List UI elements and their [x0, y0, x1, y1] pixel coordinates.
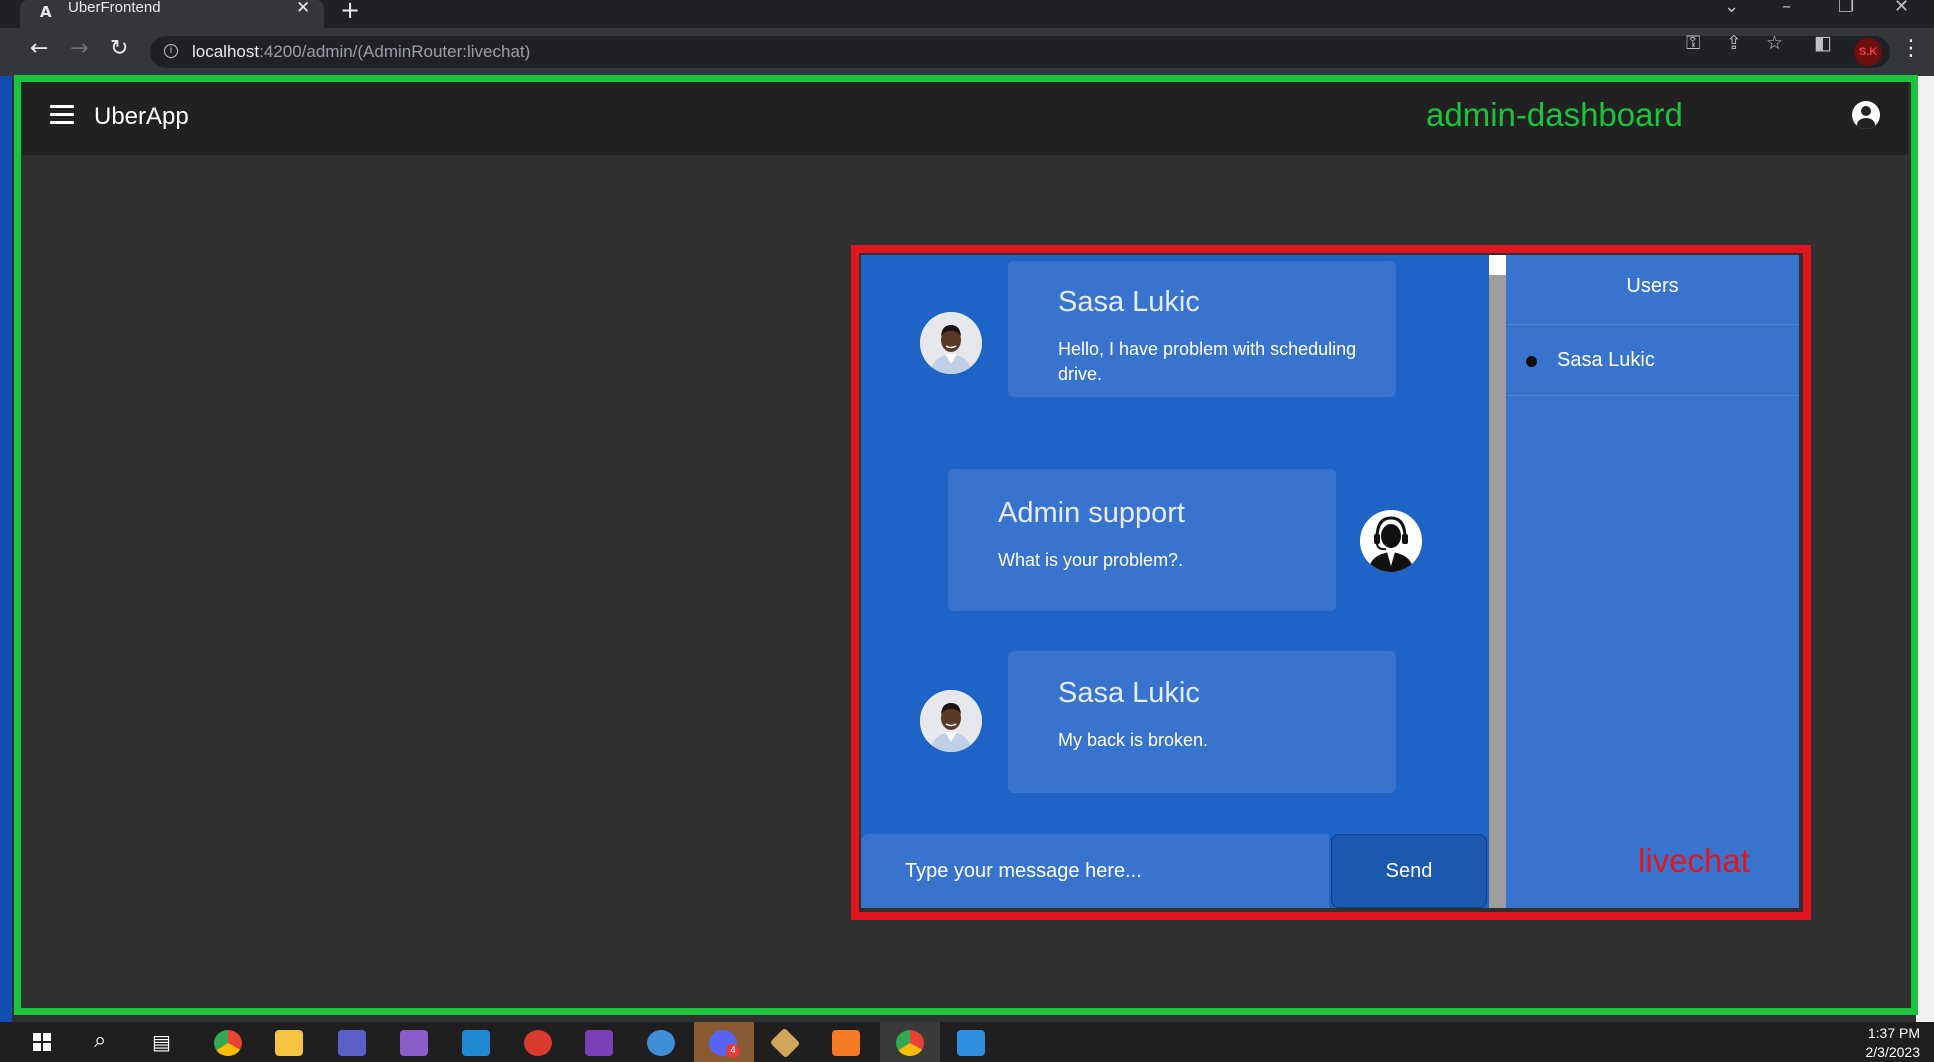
tab-search-chevron-icon[interactable]: ⌄ [1724, 0, 1739, 17]
background-window-edge [0, 76, 12, 1022]
side-panel-icon[interactable]: ◧ [1814, 32, 1832, 54]
user-avatar [920, 312, 982, 374]
intellij-icon[interactable] [832, 1030, 860, 1056]
chat-message-bubble: Sasa Lukic Hello, I have problem with sc… [1008, 261, 1396, 397]
restore-icon[interactable]: ❐ [1838, 0, 1854, 17]
message-text: What is your problem?. [998, 550, 1184, 570]
vscode-icon[interactable] [462, 1030, 490, 1056]
outlook-icon[interactable] [647, 1030, 675, 1056]
search-icon[interactable]: ⌕ [94, 1028, 106, 1053]
visual-studio-icon[interactable] [400, 1030, 428, 1056]
message-sender: Sasa Lukic [1058, 286, 1200, 318]
new-tab-icon[interactable]: + [340, 0, 360, 24]
users-title: Users [1506, 255, 1799, 325]
photos-icon[interactable] [957, 1030, 985, 1056]
discord-notification-badge: 4 [726, 1044, 740, 1058]
profile-avatar[interactable]: S.K [1854, 38, 1882, 66]
remote-desktop-icon[interactable] [524, 1030, 552, 1056]
message-sender: Sasa Lukic [1058, 677, 1200, 709]
chrome-icon[interactable] [896, 1030, 924, 1056]
file-explorer-icon[interactable] [275, 1030, 303, 1056]
chat-message-bubble: Sasa Lukic My back is broken. [1008, 651, 1396, 793]
browser-menu-icon[interactable]: ⋮ [1900, 36, 1922, 61]
bookmark-star-icon[interactable]: ☆ [1766, 32, 1783, 54]
clock-time: 1:37 PM [1867, 1025, 1920, 1041]
key-icon[interactable]: ⚿ [1686, 32, 1700, 54]
site-info-icon[interactable]: i [164, 44, 178, 58]
page-scrollbar[interactable] [1916, 76, 1934, 1022]
online-status-dot-icon [1526, 356, 1537, 367]
message-text: My back is broken. [1058, 730, 1209, 750]
teams-icon[interactable] [338, 1030, 366, 1056]
windows-start-icon[interactable] [33, 1033, 51, 1051]
admin-support-avatar [1360, 510, 1422, 572]
chat-message-bubble: Admin support What is your problem?. [948, 469, 1336, 611]
system-clock[interactable]: 1:37 PM 2/3/2023 [1866, 1024, 1921, 1062]
livechat-annotation-label: livechat [1638, 842, 1750, 879]
minimize-icon[interactable]: – [1782, 0, 1791, 17]
message-sender: Admin support [998, 497, 1185, 529]
forward-arrow-icon[interactable]: → [70, 38, 88, 60]
user-name: Sasa Lukic [1557, 349, 1655, 371]
tab-title: UberFrontend [68, 0, 161, 16]
angular-favicon-icon: A [40, 3, 52, 21]
share-icon[interactable]: ⇪ [1726, 32, 1742, 54]
message-input[interactable] [861, 834, 1329, 908]
task-view-icon[interactable]: ▤ [152, 1030, 171, 1054]
browser-tabstrip: A UberFrontend ✕ + ⌄ – ❐ ✕ [0, 0, 1934, 28]
clock-date: 2/3/2023 [1865, 1044, 1921, 1060]
user-list-item[interactable]: Sasa Lukic [1506, 325, 1799, 396]
chat-messages-area: Sasa Lukic Hello, I have problem with sc… [861, 255, 1489, 908]
message-text: Hello, I have problem with scheduling dr… [1058, 339, 1357, 384]
browser-tab[interactable]: A UberFrontend ✕ [20, 0, 324, 28]
address-bar[interactable]: i localhost:4200/admin/(AdminRouter:live… [150, 36, 1890, 68]
sourcetree-icon[interactable] [769, 1027, 801, 1059]
close-tab-icon[interactable]: ✕ [296, 0, 310, 17]
url-text: localhost:4200/admin/(AdminRouter:livech… [192, 42, 531, 61]
windows-taskbar: ⌕ ▤ 4 1:37 PM 2/3/2023 [0, 1022, 1934, 1062]
chrome-icon[interactable] [214, 1030, 242, 1056]
user-avatar [920, 690, 982, 752]
back-arrow-icon[interactable]: ← [30, 38, 48, 60]
reload-icon[interactable]: ↻ [110, 38, 128, 60]
onenote-icon[interactable] [585, 1030, 613, 1056]
window-close-icon[interactable]: ✕ [1894, 0, 1909, 17]
chat-scrollbar-thumb[interactable] [1489, 255, 1506, 275]
browser-toolbar: ← → ↻ i localhost:4200/admin/(AdminRoute… [0, 28, 1934, 76]
users-panel: Users Sasa Lukic [1506, 255, 1799, 908]
admin-dashboard-annotation-label: admin-dashboard [1426, 96, 1683, 133]
send-button[interactable]: Send [1331, 834, 1487, 908]
chat-scrollbar[interactable] [1489, 255, 1506, 908]
